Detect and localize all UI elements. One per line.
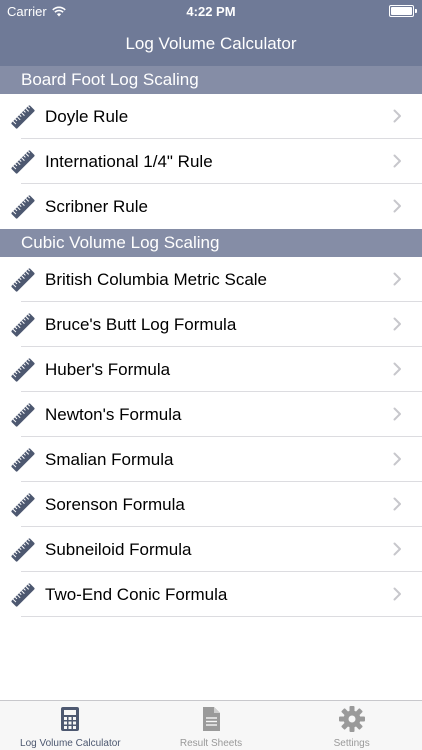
chevron-right-icon [393, 199, 401, 213]
ruler-icon [11, 493, 35, 517]
tab-label: Result Sheets [179, 738, 243, 749]
chevron-right-icon [393, 109, 401, 123]
chevron-right-icon [393, 452, 401, 466]
list-item-subneiloid-formula[interactable]: Subneiloid Formula [0, 527, 422, 572]
list-item-label: Doyle Rule [45, 107, 129, 126]
chevron-right-icon [393, 317, 401, 331]
ruler-icon [11, 583, 35, 607]
tab-settings[interactable]: Settings [281, 701, 422, 750]
section-header-cubic-volume: Cubic Volume Log Scaling [0, 229, 422, 257]
list-item-label: British Columbia Metric Scale [45, 270, 268, 289]
calculator-icon [61, 707, 80, 731]
list-item-label: Scribner Rule [45, 197, 148, 216]
list-item-british-columbia[interactable]: British Columbia Metric Scale [0, 257, 422, 302]
list-item-smalian-formula[interactable]: Smalian Formula [0, 437, 422, 482]
list-item-label: Smalian Formula [45, 450, 174, 469]
ruler-icon [11, 313, 35, 337]
section-header-board-foot: Board Foot Log Scaling [0, 66, 422, 94]
list-item-two-end-conic-formula[interactable]: Two-End Conic Formula [0, 572, 422, 617]
status-time: 4:22 PM [186, 4, 236, 19]
list-item-newtons-formula[interactable]: Newton's Formula [0, 392, 422, 437]
chevron-right-icon [393, 542, 401, 556]
tab-log-volume-calculator[interactable]: Log Volume Calculator [0, 701, 141, 750]
list-item-bruces-butt-log[interactable]: Bruce's Butt Log Formula [0, 302, 422, 347]
list-item-label: Two-End Conic Formula [45, 585, 228, 604]
list-item-scribner-rule[interactable]: Scribner Rule [0, 184, 422, 229]
ruler-icon [11, 448, 35, 472]
chevron-right-icon [393, 362, 401, 376]
section-title: Cubic Volume Log Scaling [21, 233, 220, 252]
ruler-icon [11, 268, 35, 292]
chevron-right-icon [393, 497, 401, 511]
list-item-doyle-rule[interactable]: Doyle Rule [0, 94, 422, 139]
ruler-icon [11, 538, 35, 562]
list-item-hubers-formula[interactable]: Huber's Formula [0, 347, 422, 392]
tab-bar: Log Volume Calculator Result Sheets Sett… [0, 700, 422, 750]
list-item-label: Bruce's Butt Log Formula [45, 315, 237, 334]
section-title: Board Foot Log Scaling [21, 70, 199, 89]
list-item-label: Sorenson Formula [45, 495, 185, 514]
list-item-label: Huber's Formula [45, 360, 171, 379]
list-item-international-rule[interactable]: International 1/4" Rule [0, 139, 422, 184]
list-item-label: Subneiloid Formula [45, 540, 192, 559]
gear-icon [338, 706, 365, 732]
ruler-icon [11, 358, 35, 382]
chevron-right-icon [393, 407, 401, 421]
ruler-icon [11, 105, 35, 129]
battery-icon [389, 5, 417, 17]
ruler-icon [11, 150, 35, 174]
tab-label: Settings [333, 738, 370, 749]
tab-label: Log Volume Calculator [20, 738, 121, 749]
tab-result-sheets[interactable]: Result Sheets [141, 701, 282, 750]
chevron-right-icon [393, 587, 401, 601]
chevron-right-icon [393, 154, 401, 168]
navigation-bar: Log Volume Calculator [0, 22, 422, 66]
ruler-icon [11, 195, 35, 219]
row-separator [21, 616, 422, 617]
document-icon [203, 707, 220, 731]
list-item-label: International 1/4" Rule [45, 152, 213, 171]
list-item-sorenson-formula[interactable]: Sorenson Formula [0, 482, 422, 527]
page-title: Log Volume Calculator [125, 34, 297, 53]
chevron-right-icon [393, 272, 401, 286]
list-item-label: Newton's Formula [45, 405, 182, 424]
status-bar: Carrier 4:22 PM [0, 0, 422, 22]
ruler-icon [11, 403, 35, 427]
